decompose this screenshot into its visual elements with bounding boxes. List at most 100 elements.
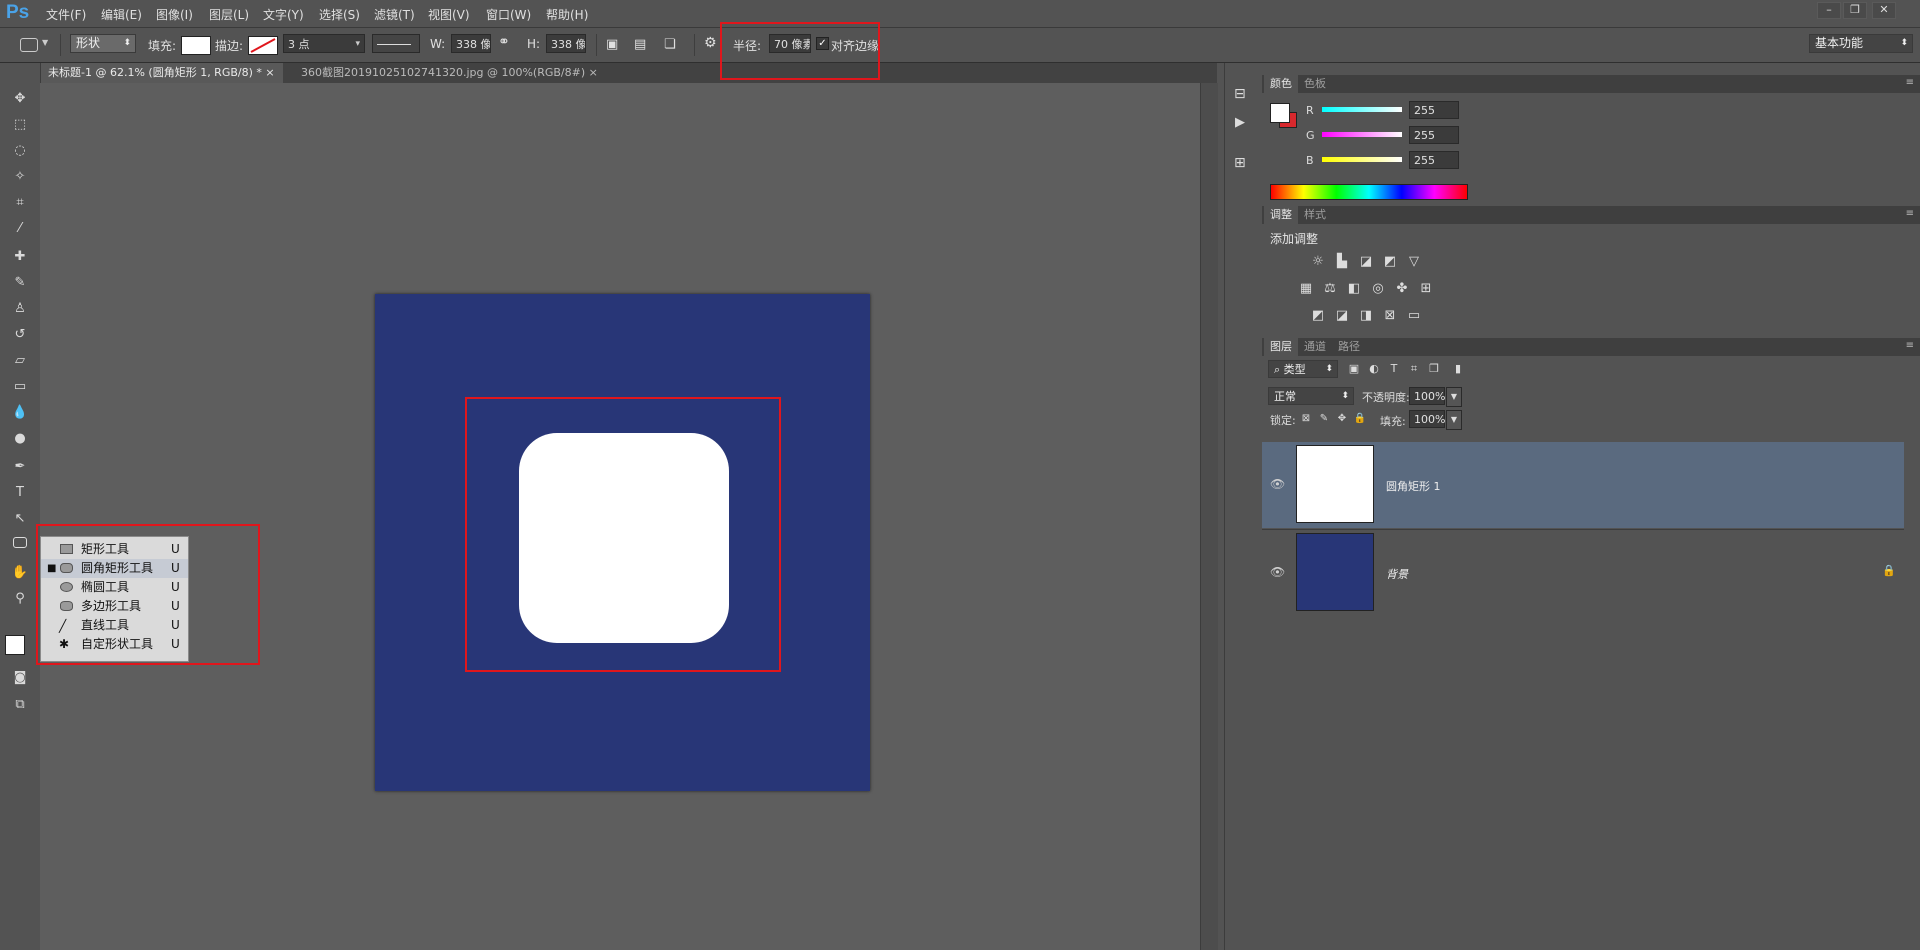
selective-color-icon[interactable]: ⊠ bbox=[1382, 309, 1398, 323]
marquee-tool-icon[interactable]: ⬚ bbox=[9, 115, 31, 135]
width-field[interactable]: 338 像素 bbox=[451, 34, 491, 53]
color-foreground-swatch[interactable] bbox=[1270, 103, 1290, 123]
gear-icon[interactable]: ⚙ bbox=[704, 35, 717, 51]
tab-layers[interactable]: 图层 bbox=[1264, 338, 1298, 356]
menu-help[interactable]: 帮助(H) bbox=[546, 6, 588, 23]
flyout-item-line[interactable]: ╱ 直线工具 U bbox=[41, 616, 188, 635]
flyout-item-custom-shape[interactable]: ✱ 自定形状工具 U bbox=[41, 635, 188, 654]
actions-play-icon[interactable]: ▶ bbox=[1235, 115, 1245, 130]
move-tool-icon[interactable]: ✥ bbox=[9, 89, 31, 109]
menu-layer[interactable]: 图层(L) bbox=[209, 6, 249, 23]
layer-filter-dropdown[interactable]: ⌕ 类型 ⬍ bbox=[1268, 360, 1338, 378]
channel-r-field[interactable]: 255 bbox=[1409, 101, 1459, 119]
screen-mode-icon[interactable]: ⧉ bbox=[9, 695, 31, 715]
foreground-color-swatch[interactable] bbox=[5, 635, 25, 655]
menu-window[interactable]: 窗口(W) bbox=[486, 6, 531, 23]
magic-wand-icon[interactable]: ✧ bbox=[9, 167, 31, 187]
tab-screenshot[interactable]: 360截图20191025102741320.jpg @ 100%(RGB/8#… bbox=[293, 63, 606, 83]
history-panel-icon[interactable]: ⊟ bbox=[1234, 86, 1246, 102]
height-field[interactable]: 338 像素 bbox=[546, 34, 586, 53]
lock-transparent-icon[interactable]: ⊠ bbox=[1298, 412, 1314, 426]
stroke-width-field[interactable]: 3 点 ▾ bbox=[283, 34, 365, 53]
filter-shape-icon[interactable]: ⌗ bbox=[1406, 362, 1422, 376]
align-edges-checkbox[interactable]: ✓ bbox=[816, 37, 829, 50]
mode-dropdown[interactable]: 形状 ⬍ bbox=[70, 34, 136, 53]
eyedropper-icon[interactable]: ⁄ bbox=[9, 219, 31, 239]
quick-mask-icon[interactable]: ◙ bbox=[9, 668, 31, 688]
menu-file[interactable]: 文件(F) bbox=[46, 6, 86, 23]
menu-type[interactable]: 文字(Y) bbox=[263, 6, 304, 23]
threshold-icon[interactable]: ◨ bbox=[1358, 309, 1374, 323]
channel-r-slider[interactable] bbox=[1322, 107, 1402, 112]
crop-tool-icon[interactable]: ⌗ bbox=[9, 193, 31, 213]
flyout-item-ellipse[interactable]: 椭圆工具 U bbox=[41, 578, 188, 597]
tab-channels[interactable]: 通道 bbox=[1298, 338, 1332, 356]
gradient-tool-icon[interactable]: ▭ bbox=[9, 377, 31, 397]
channel-b-slider[interactable] bbox=[1322, 157, 1402, 162]
eye-icon[interactable]: 👁 bbox=[1270, 477, 1285, 491]
stroke-type-dropdown[interactable] bbox=[372, 34, 420, 53]
vibrance-icon[interactable]: ▽ bbox=[1406, 255, 1422, 269]
exposure-icon[interactable]: ◩ bbox=[1382, 255, 1398, 269]
filter-toggle-icon[interactable]: ▮ bbox=[1450, 362, 1466, 376]
type-tool-icon[interactable]: T bbox=[9, 483, 31, 503]
layer-row-rounded-rect[interactable]: 👁 圆角矩形 1 bbox=[1262, 442, 1904, 528]
tab-untitled-1[interactable]: 未标题-1 @ 62.1% (圆角矩形 1, RGB/8) * × bbox=[40, 63, 283, 83]
shape-tool-icon[interactable] bbox=[9, 535, 31, 555]
channel-mixer-icon[interactable]: ✤ bbox=[1394, 282, 1410, 296]
flyout-item-polygon[interactable]: 多边形工具 U bbox=[41, 597, 188, 616]
curves-icon[interactable]: ◪ bbox=[1358, 255, 1374, 269]
zoom-tool-icon[interactable]: ⚲ bbox=[9, 589, 31, 609]
photo-filter-icon[interactable]: ◎ bbox=[1370, 282, 1386, 296]
color-lookup-icon[interactable]: ⊞ bbox=[1418, 282, 1434, 296]
tab-close-icon[interactable]: × bbox=[265, 66, 274, 79]
path-selection-icon[interactable]: ↖ bbox=[9, 509, 31, 529]
tab-swatches[interactable]: 色板 bbox=[1298, 75, 1332, 93]
path-alignment-icon[interactable]: ▤ bbox=[634, 37, 646, 52]
path-arrangement-icon[interactable]: ❏ bbox=[664, 37, 676, 52]
rounded-rect-tool-preset-icon[interactable] bbox=[20, 38, 38, 52]
fill-chevron-icon[interactable]: ▼ bbox=[1446, 410, 1462, 430]
black-white-icon[interactable]: ◧ bbox=[1346, 282, 1362, 296]
rounded-rectangle-shape[interactable] bbox=[519, 433, 729, 643]
filter-type-icon[interactable]: T bbox=[1386, 362, 1402, 376]
posterize-icon[interactable]: ◪ bbox=[1334, 309, 1350, 323]
healing-brush-icon[interactable]: ✚ bbox=[9, 247, 31, 267]
workspace-dropdown[interactable]: 基本功能 ⬍ bbox=[1809, 34, 1913, 53]
blend-mode-dropdown[interactable]: 正常 ⬍ bbox=[1268, 387, 1354, 405]
menu-image[interactable]: 图像(I) bbox=[156, 6, 193, 23]
opacity-field[interactable]: 100% bbox=[1409, 387, 1445, 405]
eye-icon[interactable]: 👁 bbox=[1270, 565, 1285, 579]
close-window-button[interactable]: ✕ bbox=[1872, 2, 1896, 19]
filter-smart-object-icon[interactable]: ❐ bbox=[1426, 362, 1442, 376]
opacity-chevron-icon[interactable]: ▼ bbox=[1446, 387, 1462, 407]
color-spectrum-ramp[interactable] bbox=[1270, 184, 1468, 200]
menu-edit[interactable]: 编辑(E) bbox=[101, 6, 142, 23]
radius-field[interactable]: 70 像素 bbox=[769, 34, 811, 53]
tab-styles[interactable]: 样式 bbox=[1298, 206, 1332, 224]
brightness-icon[interactable]: ☼ bbox=[1310, 255, 1326, 269]
hue-saturation-icon[interactable]: ▦ bbox=[1298, 282, 1314, 296]
tab-color[interactable]: 颜色 bbox=[1264, 75, 1298, 93]
layer-name[interactable]: 背景 bbox=[1386, 566, 1408, 582]
lock-position-icon[interactable]: ✥ bbox=[1334, 412, 1350, 426]
path-operations-icon[interactable]: ▣ bbox=[606, 37, 618, 52]
restore-button[interactable]: ❐ bbox=[1843, 2, 1867, 19]
channel-g-slider[interactable] bbox=[1322, 132, 1402, 137]
layer-name[interactable]: 圆角矩形 1 bbox=[1386, 478, 1441, 494]
color-balance-icon[interactable]: ⚖ bbox=[1322, 282, 1338, 296]
panel-menu-icon[interactable]: ≡ bbox=[1906, 208, 1914, 219]
menu-filter[interactable]: 滤镜(T) bbox=[374, 6, 415, 23]
dodge-tool-icon[interactable]: ● bbox=[9, 429, 31, 449]
invert-icon[interactable]: ◩ bbox=[1310, 309, 1326, 323]
filter-adjustment-icon[interactable]: ◐ bbox=[1366, 362, 1382, 376]
vertical-scrollbar[interactable] bbox=[1200, 83, 1218, 950]
panel-menu-icon[interactable]: ≡ bbox=[1906, 340, 1914, 351]
menu-select[interactable]: 选择(S) bbox=[319, 6, 360, 23]
levels-icon[interactable]: ▙ bbox=[1334, 255, 1350, 269]
flyout-item-rounded-rectangle[interactable]: ■ 圆角矩形工具 U bbox=[41, 559, 188, 578]
properties-panel-icon[interactable]: ⊞ bbox=[1234, 155, 1246, 171]
channel-b-field[interactable]: 255 bbox=[1409, 151, 1459, 169]
lasso-tool-icon[interactable]: ◌ bbox=[9, 141, 31, 161]
pen-tool-icon[interactable]: ✒ bbox=[9, 457, 31, 477]
